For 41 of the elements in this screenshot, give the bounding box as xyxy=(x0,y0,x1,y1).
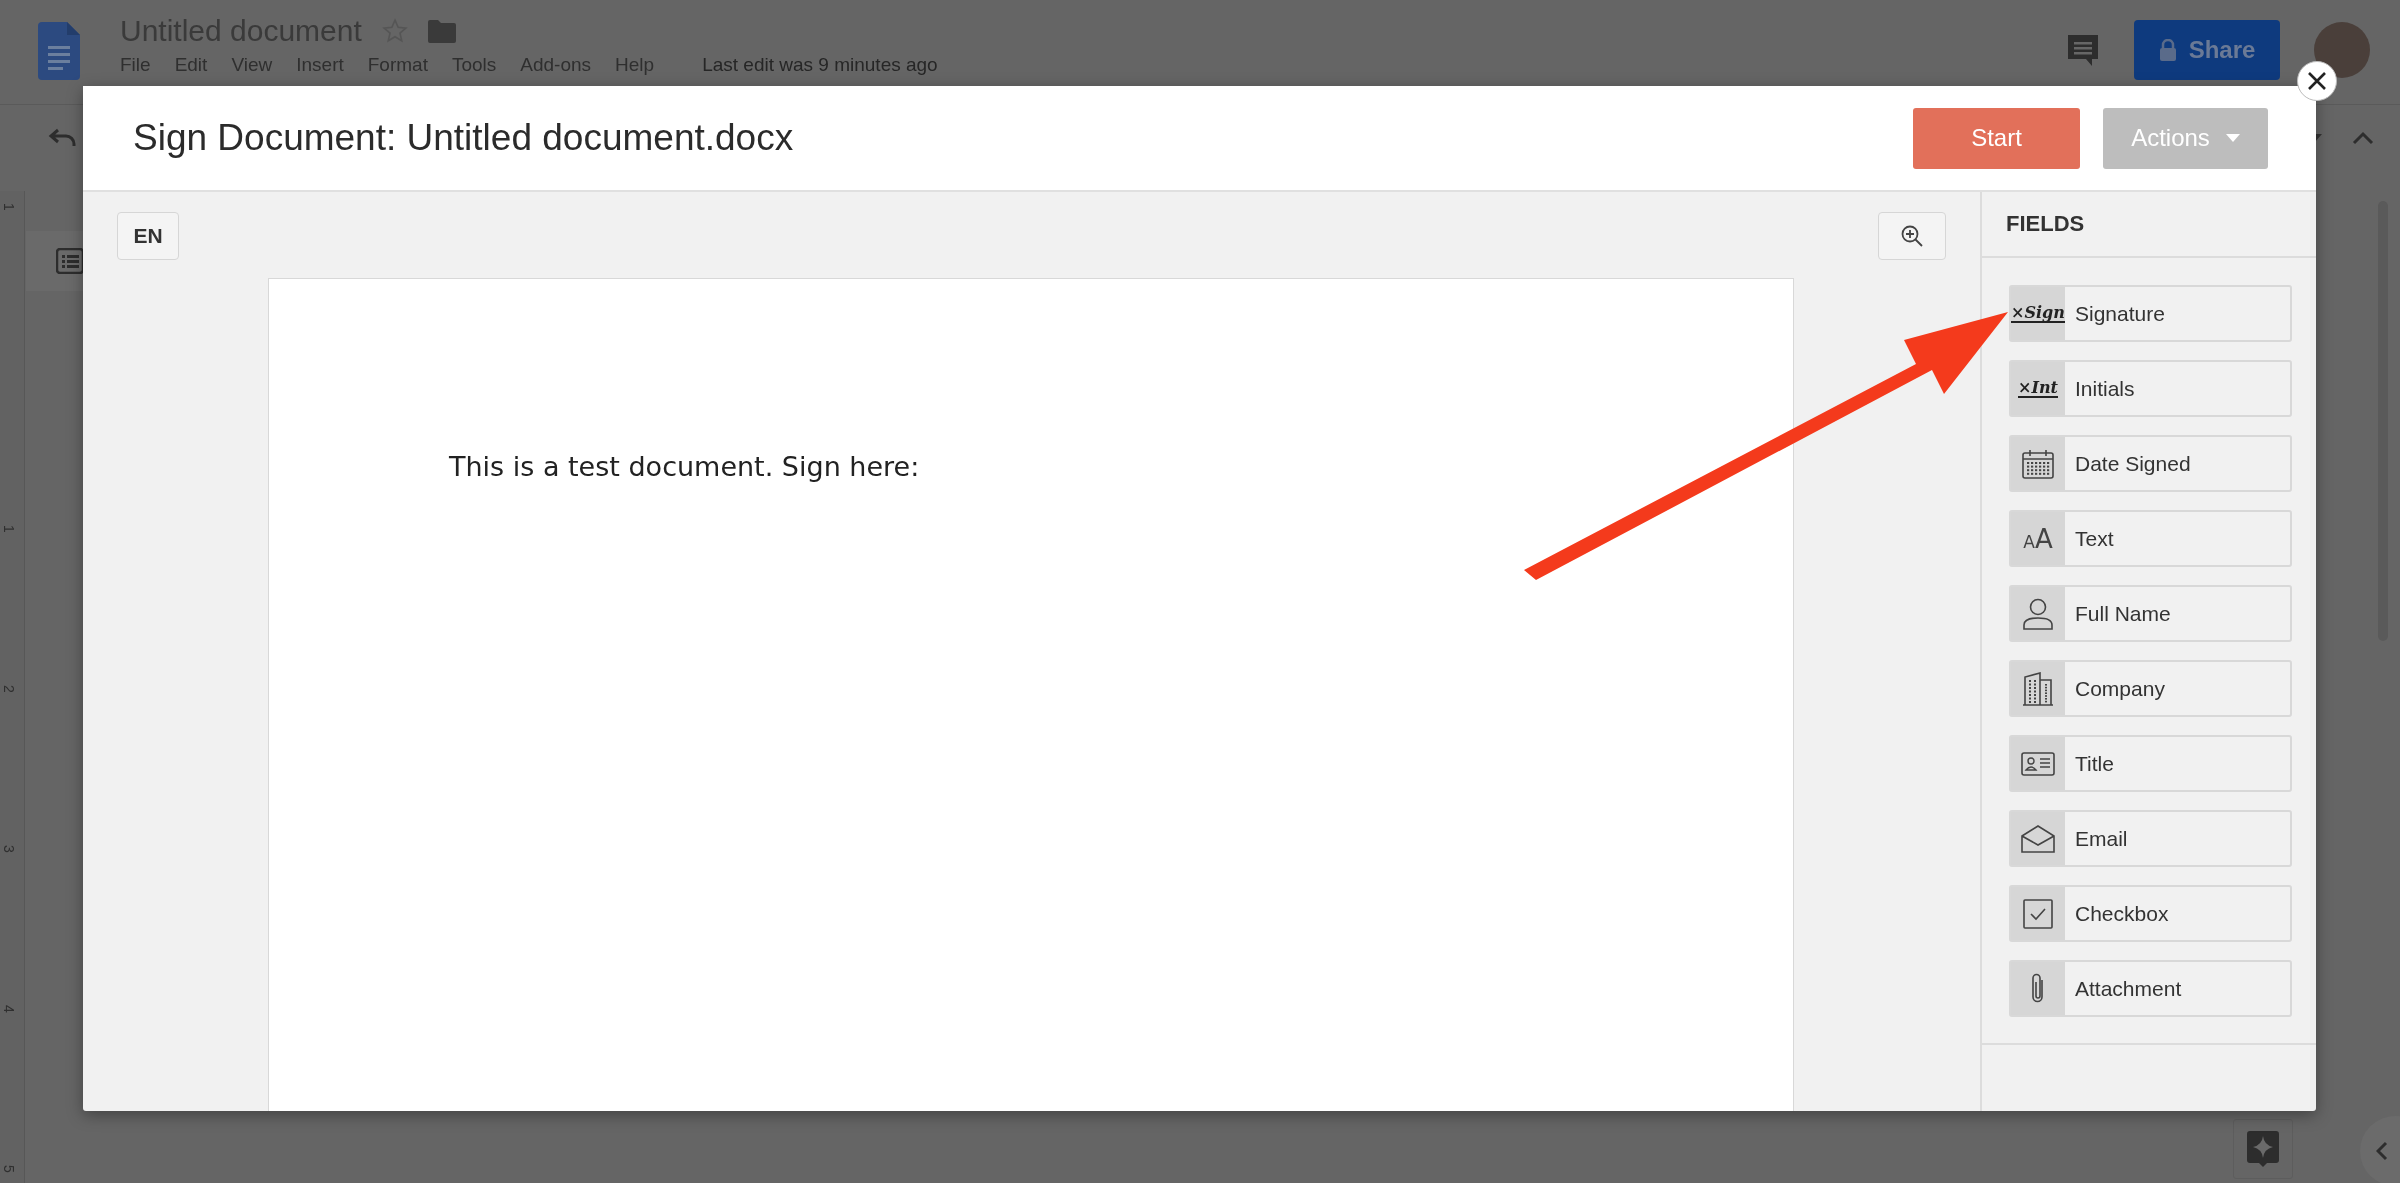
close-icon xyxy=(2307,71,2327,91)
field-button[interactable]: Date Signed xyxy=(2009,435,2292,492)
field-button[interactable]: Full Name xyxy=(2009,585,2292,642)
field-button[interactable]: AA Text xyxy=(2009,510,2292,567)
checkbox-icon xyxy=(2023,898,2053,929)
zoom-in-button[interactable] xyxy=(1878,212,1946,260)
sparkle-icon xyxy=(2247,1131,2279,1167)
building-icon xyxy=(2023,671,2053,706)
field-button[interactable]: Title xyxy=(2009,735,2292,792)
close-button[interactable] xyxy=(2297,61,2337,101)
caret-icon xyxy=(2225,134,2240,142)
chevron-left-icon xyxy=(2376,1141,2388,1161)
envelope-icon xyxy=(2021,824,2055,853)
field-button[interactable]: Attachment xyxy=(2009,960,2292,1017)
panel-heading: FIELDS xyxy=(2006,211,2085,237)
actions-dropdown-button[interactable]: Actions xyxy=(2103,107,2268,169)
document-logo-icon[interactable] xyxy=(38,22,80,80)
person-icon xyxy=(2023,597,2053,630)
share-button[interactable]: Share xyxy=(2134,20,2280,80)
folder-icon[interactable] xyxy=(427,19,456,43)
id-card-icon xyxy=(2021,751,2055,776)
field-button[interactable]: ×Sign Signature xyxy=(2009,285,2292,342)
language-button[interactable]: EN xyxy=(117,212,179,260)
calendar-icon xyxy=(2022,448,2054,479)
start-button[interactable]: Start xyxy=(1913,107,2080,169)
comments-icon[interactable] xyxy=(2066,33,2100,67)
field-button[interactable]: Company xyxy=(2009,660,2292,717)
undo-icon[interactable] xyxy=(48,128,76,148)
field-button[interactable]: Email xyxy=(2009,810,2292,867)
field-button[interactable]: Checkbox xyxy=(2009,885,2292,942)
lock-icon xyxy=(2158,39,2177,61)
zoom-in-icon xyxy=(1900,224,1924,248)
avatar[interactable] xyxy=(2314,22,2370,78)
text-size-icon: AA xyxy=(2023,523,2053,554)
dialog-title: Sign Document: Untitled document.docx xyxy=(133,117,794,159)
document-text: This is a test document. Sign here: xyxy=(449,451,921,482)
last-edit-link[interactable]: Last edit was 9 minutes ago xyxy=(702,54,938,76)
chevron-up-icon[interactable] xyxy=(2352,131,2374,145)
field-button[interactable]: ×Int Initials xyxy=(2009,360,2292,417)
list-icon xyxy=(56,248,84,274)
explore-button[interactable] xyxy=(2233,1119,2293,1179)
